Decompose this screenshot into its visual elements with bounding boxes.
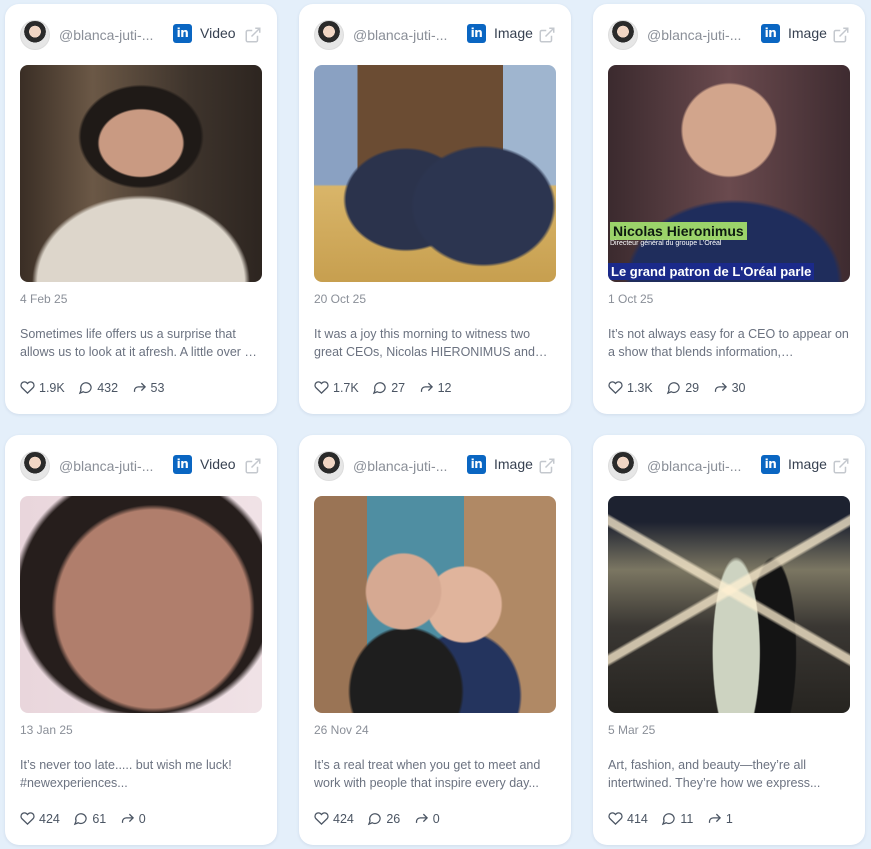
linkedin-icon: in [761,455,780,474]
post-card[interactable]: @blanca-juti-... in Image Nicolas Hieron… [593,4,865,414]
author-handle[interactable]: @blanca-juti-... [353,27,453,43]
external-link-icon[interactable] [832,26,850,44]
post-media-image[interactable]: Nicolas Hieronimus Directeur général du … [608,65,850,282]
shares-count: 1 [725,811,733,826]
post-media-video[interactable] [20,496,262,713]
post-media-image[interactable] [314,65,556,282]
post-date: 5 Mar 25 [608,723,656,737]
comments-count: 432 [97,380,119,395]
author-handle[interactable]: @blanca-juti-... [59,27,159,43]
post-card[interactable]: @blanca-juti-... in Image 26 Nov 24 It’s… [299,435,571,845]
avatar [608,20,638,50]
post-type-label: Image [788,25,827,41]
engagement-stats: 1.3K 29 30 [608,380,756,398]
likes-count: 1.7K [333,380,359,395]
heart-icon [608,812,623,825]
post-card[interactable]: @blanca-juti-... in Video 4 Feb 25 Somet… [5,4,277,414]
comments-count: 61 [92,811,107,826]
share-icon [133,382,146,392]
post-text: Art, fashion, and beauty—they’re all int… [608,758,821,790]
comments-count: 27 [391,380,406,395]
engagement-stats: 424 61 0 [20,811,156,829]
avatar [314,451,344,481]
post-text: It’s never too late..... but wish me luc… [20,758,232,790]
avatar [20,451,50,481]
shares-count: 0 [138,811,146,826]
engagement-stats: 1.7K 27 12 [314,380,462,398]
engagement-stats: 414 11 1 [608,811,743,829]
external-link-icon[interactable] [244,457,262,475]
likes-count: 424 [333,811,354,826]
post-card[interactable]: @blanca-juti-... in Video 13 Jan 25 It’s… [5,435,277,845]
heart-icon [314,812,329,825]
linkedin-icon: in [467,24,486,43]
heart-icon [608,381,623,394]
post-card[interactable]: @blanca-juti-... in Image 20 Oct 25 It w… [299,4,571,414]
likes-count: 1.9K [39,380,65,395]
external-link-icon[interactable] [538,26,556,44]
tv-caption-banner: Le grand patron de L'Oréal parle [608,263,815,280]
comments-count: 26 [386,811,401,826]
comment-icon [372,382,386,395]
post-type-label: Image [788,456,827,472]
post-media-video[interactable] [20,65,262,282]
post-date: 26 Nov 24 [314,723,369,737]
post-text: It was a joy this morning to witness two… [314,327,535,359]
author-handle[interactable]: @blanca-juti-... [647,458,747,474]
avatar [314,20,344,50]
post-text: It’s not always easy for a CEO to appear… [608,327,849,359]
engagement-stats: 424 26 0 [314,811,450,829]
engagement-stats: 1.9K 432 53 [20,380,174,398]
heart-icon [20,381,35,394]
linkedin-icon: in [173,24,192,43]
linkedin-icon: in [173,455,192,474]
linkedin-icon: in [761,24,780,43]
comment-icon [368,813,382,826]
external-link-icon[interactable] [244,26,262,44]
post-date: 13 Jan 25 [20,723,73,737]
shares-count: 53 [150,380,165,395]
comment-icon [74,813,88,826]
post-text: Sometimes life offers us a surprise that… [20,327,252,359]
share-icon [708,813,721,823]
author-handle[interactable]: @blanca-juti-... [59,458,159,474]
post-date: 20 Oct 25 [314,292,367,306]
post-type-label: Image [494,456,533,472]
comments-count: 29 [685,380,700,395]
avatar [608,451,638,481]
post-text: It’s a real treat when you get to meet a… [314,758,541,790]
comment-icon [666,382,680,395]
linkedin-icon: in [467,455,486,474]
heart-icon [314,381,329,394]
comments-count: 11 [680,811,694,826]
comment-icon [78,382,92,395]
post-type-label: Image [494,25,533,41]
post-date: 4 Feb 25 [20,292,68,306]
likes-count: 414 [627,811,648,826]
author-handle[interactable]: @blanca-juti-... [353,458,453,474]
tv-caption-name: Nicolas Hieronimus [610,222,747,240]
post-card[interactable]: @blanca-juti-... in Image 5 Mar 25 Art, … [593,435,865,845]
share-icon [420,382,433,392]
share-icon [121,813,134,823]
heart-icon [20,812,35,825]
shares-count: 30 [731,380,746,395]
post-type-label: Video [200,25,236,41]
post-media-image[interactable] [314,496,556,713]
shares-count: 12 [437,380,452,395]
likes-count: 424 [39,811,60,826]
comment-icon [662,813,676,826]
tv-caption-subtitle: Directeur général du groupe L'Oréal [610,240,722,247]
share-icon [415,813,428,823]
share-icon [714,382,727,392]
post-type-label: Video [200,456,236,472]
external-link-icon[interactable] [538,457,556,475]
shares-count: 0 [432,811,440,826]
likes-count: 1.3K [627,380,653,395]
post-media-image[interactable] [608,496,850,713]
author-handle[interactable]: @blanca-juti-... [647,27,747,43]
external-link-icon[interactable] [832,457,850,475]
post-date: 1 Oct 25 [608,292,654,306]
avatar [20,20,50,50]
